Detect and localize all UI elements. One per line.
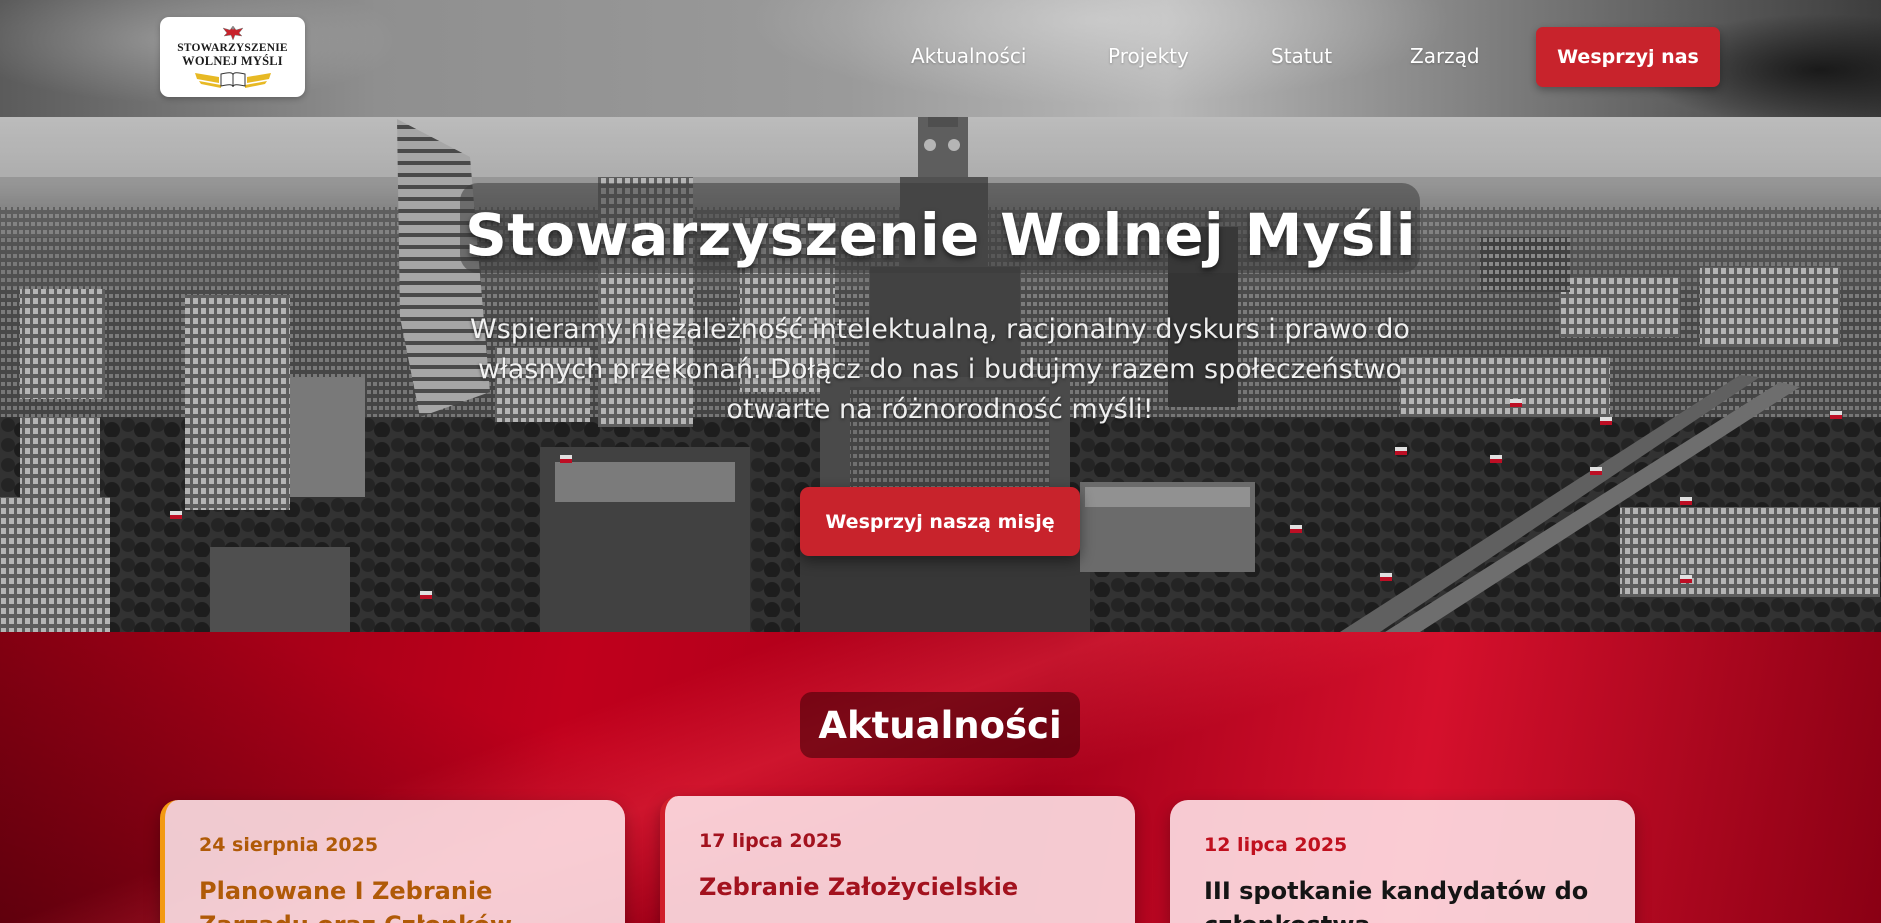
nav-link-statut[interactable]: Statut xyxy=(1271,44,1332,68)
news-card-title[interactable]: Planowane I Zebranie Zarządu oraz Członk… xyxy=(199,874,605,923)
news-heading: Aktualności xyxy=(800,692,1080,758)
nav-link-zarzad[interactable]: Zarząd xyxy=(1410,44,1480,68)
support-us-button[interactable]: Wesprzyj nas xyxy=(1536,27,1720,87)
news-card-date: 17 lipca 2025 xyxy=(699,830,843,852)
support-mission-button[interactable]: Wesprzyj naszą misję xyxy=(800,487,1080,556)
logo-line1: STOWARZYSZENIE xyxy=(177,41,288,54)
news-card-title[interactable]: III spotkanie kandydatów do członkostwa xyxy=(1204,874,1615,923)
logo-line2: WOLNEJ MYŚLI xyxy=(182,53,283,68)
news-card-title[interactable]: Zebranie Założycielskie xyxy=(699,870,1115,904)
nav-link-projekty[interactable]: Projekty xyxy=(1108,44,1189,68)
hero-subtitle: Wspieramy niezależność intelektualną, ra… xyxy=(470,314,1410,425)
news-card-date: 24 sierpnia 2025 xyxy=(199,834,379,856)
news-card[interactable]: 24 sierpnia 2025 Planowane I Zebranie Za… xyxy=(160,800,625,923)
news-card[interactable]: 12 lipca 2025 III spotkanie kandydatów d… xyxy=(1170,800,1635,923)
hero-title: Stowarzyszenie Wolnej Myśli xyxy=(465,201,1416,269)
open-book-icon xyxy=(194,71,271,88)
hero-section: Stowarzyszenie Wolnej Myśli Wspieramy ni… xyxy=(0,117,1881,632)
white-eagle-icon xyxy=(221,25,244,41)
site-header: STOWARZYSZENIE WOLNEJ MYŚLI Aktualności … xyxy=(0,0,1881,117)
news-section: Aktualności 24 sierpnia 2025 Planowane I… xyxy=(0,632,1881,923)
news-card[interactable]: 17 lipca 2025 Zebranie Założycielskie xyxy=(660,796,1135,923)
site-logo[interactable]: STOWARZYSZENIE WOLNEJ MYŚLI xyxy=(160,17,305,97)
nav-link-aktualnosci[interactable]: Aktualności xyxy=(911,44,1026,68)
news-card-date: 12 lipca 2025 xyxy=(1204,834,1348,856)
